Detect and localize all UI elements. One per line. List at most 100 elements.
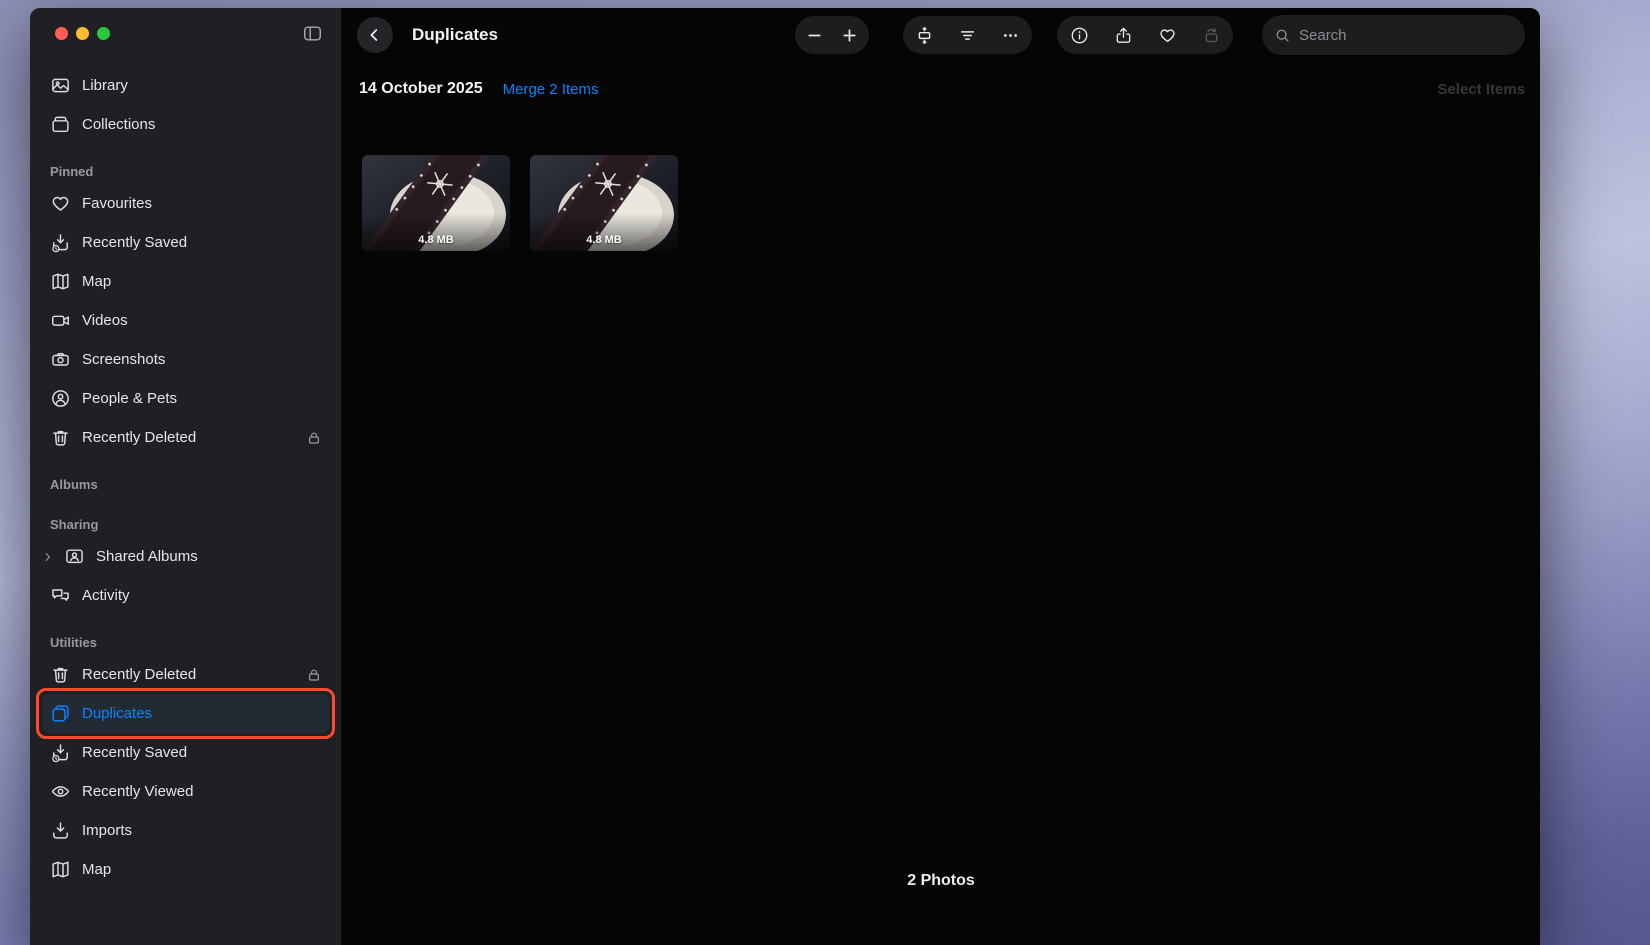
heart-icon [50,193,71,214]
date-header-row: 14 October 2025 Merge 2 Items Select Ite… [359,78,1525,100]
video-camera-icon [50,310,71,331]
sidebar-item-videos[interactable]: Videos [42,301,329,340]
zoom-in-button[interactable] [832,16,867,54]
photos-window: Library Collections Pinned Favourites [30,8,1540,945]
rotate-button[interactable] [1189,16,1233,54]
desktop-background: Library Collections Pinned Favourites [0,0,1650,945]
map-icon [50,271,71,292]
sidebar-item-screenshots[interactable]: Screenshots [42,340,329,379]
sidebar-item-label: Library [82,77,128,94]
sidebar-item-label: Shared Albums [96,548,198,565]
share-icon [1114,26,1133,45]
section-header-pinned: Pinned [42,144,329,184]
sidebar-item-recently-deleted-utilities[interactable]: Recently Deleted [42,655,329,694]
sidebar-item-label: Activity [82,587,130,604]
shared-album-icon [64,546,85,567]
lock-icon [307,668,321,682]
sidebar-item-recently-deleted-pinned[interactable]: Recently Deleted [42,418,329,457]
close-button[interactable] [55,27,68,40]
annotation-highlight-box [36,688,335,739]
trash-icon [50,664,71,685]
trash-icon [50,427,71,448]
sidebar-item-collections[interactable]: Collections [42,105,329,144]
traffic-lights [55,27,110,40]
library-icon [50,75,71,96]
sidebar-item-label: Duplicates [82,705,152,722]
sidebar-toggle-icon [302,23,323,44]
main-content: Duplicates [342,8,1540,945]
view-options-group [903,16,1032,54]
filter-icon [958,26,977,45]
recently-saved-icon [50,232,71,253]
zoom-out-button[interactable] [797,16,832,54]
photo-thumbnail[interactable]: 4.8 MB [530,155,678,251]
info-button[interactable] [1057,16,1101,54]
search-input[interactable] [1299,27,1513,44]
imports-icon [50,820,71,841]
sidebar: Library Collections Pinned Favourites [30,8,342,945]
chevron-right-icon[interactable] [42,551,54,563]
chat-bubbles-icon [50,585,71,606]
recently-saved-icon [50,742,71,763]
sidebar-item-label: Collections [82,116,155,133]
back-chevron-icon [366,26,384,44]
search-icon [1274,27,1291,44]
sidebar-item-label: Map [82,273,111,290]
sidebar-item-map[interactable]: Map [42,262,329,301]
sidebar-item-map-utilities[interactable]: Map [42,850,329,889]
section-header-albums: Albums [42,457,329,497]
filter-button[interactable] [946,16,989,54]
sidebar-item-label: Screenshots [82,351,165,368]
sidebar-item-recently-saved-utilities[interactable]: Recently Saved [42,733,329,772]
toolbar: Duplicates [342,8,1540,62]
sidebar-item-label: Recently Saved [82,744,187,761]
more-options-button[interactable] [989,16,1032,54]
sidebar-item-activity[interactable]: Activity [42,576,329,615]
actions-group [1057,16,1233,54]
share-button[interactable] [1101,16,1145,54]
sidebar-item-library[interactable]: Library [42,66,329,105]
favorite-button[interactable] [1145,16,1189,54]
zoom-out-icon [805,26,824,45]
lock-icon [307,431,321,445]
sidebar-item-label: Recently Deleted [82,666,196,683]
sidebar-toggle-button[interactable] [299,21,325,45]
sidebar-item-label: Favourites [82,195,152,212]
aspect-toggle-icon [915,26,934,45]
date-header: 14 October 2025 [359,80,483,98]
sidebar-item-people-pets[interactable]: People & Pets [42,379,329,418]
sidebar-item-imports[interactable]: Imports [42,811,329,850]
photo-thumbnail[interactable]: 4.8 MB [362,155,510,251]
duplicate-photos-row: 4.8 MB [362,155,678,251]
section-header-sharing: Sharing [42,497,329,537]
ellipsis-icon [1001,26,1020,45]
map-icon [50,859,71,880]
sidebar-item-label: People & Pets [82,390,177,407]
sidebar-item-recently-viewed[interactable]: Recently Viewed [42,772,329,811]
camera-icon [50,349,71,370]
sidebar-item-label: Imports [82,822,132,839]
sidebar-item-shared-albums[interactable]: Shared Albums [42,537,329,576]
duplicates-icon [50,703,71,724]
zoom-in-icon [840,26,859,45]
photo-size-label: 4.8 MB [362,234,510,246]
collections-icon [50,114,71,135]
photo-count-footer: 2 Photos [342,872,1540,890]
info-icon [1070,26,1089,45]
back-button[interactable] [357,17,393,53]
section-header-utilities: Utilities [42,615,329,655]
sidebar-item-recently-saved[interactable]: Recently Saved [42,223,329,262]
sidebar-item-favourites[interactable]: Favourites [42,184,329,223]
zoom-button[interactable] [97,27,110,40]
search-field[interactable] [1262,15,1525,55]
sidebar-item-label: Map [82,861,111,878]
sidebar-titlebar [30,8,341,58]
minimize-button[interactable] [76,27,89,40]
aspect-toggle-button[interactable] [903,16,946,54]
photo-size-label: 4.8 MB [530,234,678,246]
select-items-button[interactable]: Select Items [1437,81,1525,98]
sidebar-item-duplicates[interactable]: Duplicates [42,694,329,733]
person-circle-icon [50,388,71,409]
sidebar-list: Library Collections Pinned Favourites [30,58,341,945]
merge-items-link[interactable]: Merge 2 Items [503,81,599,98]
